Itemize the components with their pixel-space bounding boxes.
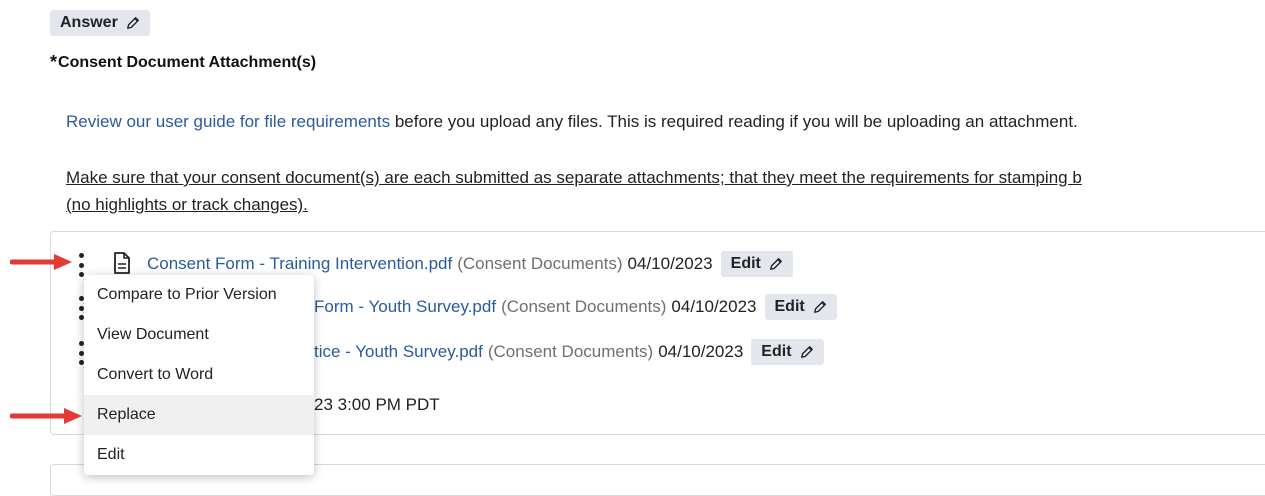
edit-label: Edit <box>761 343 792 360</box>
attachment-edit-button[interactable]: Edit <box>720 251 793 277</box>
attachment-edit-button[interactable]: Edit <box>751 339 824 365</box>
menu-item-convert-to-word[interactable]: Convert to Word <box>84 355 314 395</box>
pencil-icon <box>813 301 826 313</box>
edit-label: Edit <box>730 255 761 272</box>
last-updated-value: 23 3:00 PM PDT <box>314 395 440 414</box>
attachment-context-menu: Compare to Prior Version View Document C… <box>84 275 314 475</box>
edit-label: Edit <box>774 298 805 315</box>
red-arrow-annotation <box>10 254 72 270</box>
last-updated-text: 23 3:00 PM PDT <box>314 390 440 420</box>
answer-label: Answer <box>60 14 118 31</box>
red-arrow-annotation <box>10 408 82 424</box>
attachment-link[interactable]: Consent Form - Training Intervention.pdf <box>147 254 452 274</box>
question-label: Consent Document Attachment(s) <box>58 54 317 71</box>
answer-edit-button[interactable]: Answer <box>50 10 150 36</box>
user-guide-link[interactable]: Review our user guide for file requireme… <box>66 112 390 131</box>
guide-rest-text: before you upload any files. This is req… <box>390 112 1078 131</box>
guide-text: Review our user guide for file requireme… <box>66 112 1078 132</box>
attachment-date: 04/10/2023 <box>627 254 713 273</box>
note-line-1: Make sure that your consent document(s) … <box>66 168 1082 187</box>
menu-item-view-document[interactable]: View Document <box>84 315 314 355</box>
attachment-link[interactable]: tice - Youth Survey.pdf <box>314 342 483 362</box>
required-marker: * <box>50 52 58 72</box>
attachment-row: Form - Youth Survey.pdf (Consent Documen… <box>314 292 837 322</box>
attachment-link[interactable]: Form - Youth Survey.pdf <box>314 297 496 317</box>
pencil-icon <box>126 17 139 29</box>
menu-item-edit[interactable]: Edit <box>84 435 314 475</box>
pencil-icon <box>769 258 782 270</box>
kebab-menu-icon[interactable] <box>77 253 85 277</box>
attachment-row: tice - Youth Survey.pdf (Consent Documen… <box>314 337 824 367</box>
attachment-category: (Consent Documents) <box>501 297 667 316</box>
menu-item-replace[interactable]: Replace <box>84 395 314 435</box>
pencil-icon <box>800 346 813 358</box>
attachment-category: (Consent Documents) <box>457 254 623 273</box>
document-icon <box>114 252 130 274</box>
attachment-edit-button[interactable]: Edit <box>764 294 837 320</box>
attachment-category: (Consent Documents) <box>487 342 654 361</box>
question-title: *Consent Document Attachment(s) <box>50 52 317 75</box>
attachment-date: 04/10/2023 <box>658 342 744 361</box>
menu-item-compare-prior-version[interactable]: Compare to Prior Version <box>84 275 314 315</box>
stamping-note: Make sure that your consent document(s) … <box>66 164 1265 218</box>
note-line-2: (no highlights or track changes). <box>66 195 308 214</box>
attachment-date: 04/10/2023 <box>671 297 757 316</box>
